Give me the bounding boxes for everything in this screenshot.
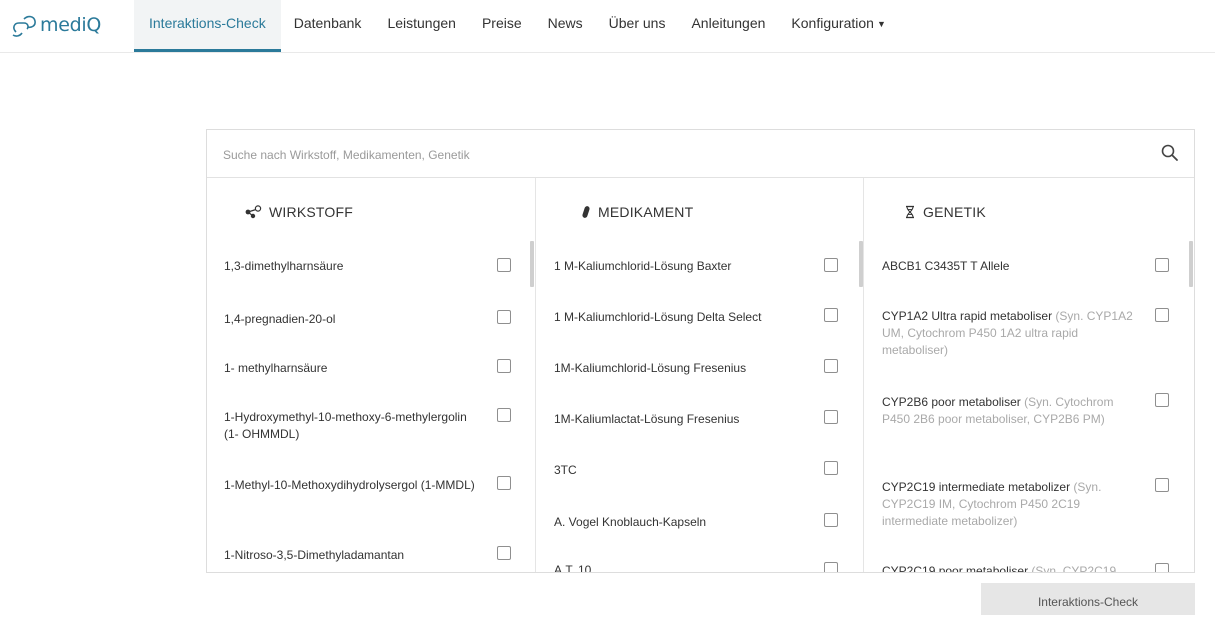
caret-down-icon: ▼ xyxy=(876,19,886,29)
checkbox[interactable] xyxy=(1155,258,1169,272)
nav-konfiguration-dropdown[interactable]: Konfiguration ▼ xyxy=(778,0,898,52)
checkbox[interactable] xyxy=(824,513,838,527)
nav-anleitungen[interactable]: Anleitungen xyxy=(678,0,778,52)
search-input[interactable] xyxy=(221,140,1125,169)
checkbox[interactable] xyxy=(824,562,838,572)
checkbox[interactable] xyxy=(1155,563,1169,572)
nav-ueber-uns[interactable]: Über uns xyxy=(596,0,679,52)
column-heading-genetik: GENETIK xyxy=(904,204,986,220)
list-item: CYP2B6 poor metaboliser (Syn. Cytochrom … xyxy=(882,395,1114,426)
list-item: 1-Hydroxymethyl-10-methoxy-6-methylergol… xyxy=(224,410,467,441)
list-item: 1,4-pregnadien-20-ol xyxy=(224,312,336,326)
chain-link-icon xyxy=(12,15,36,37)
checkbox[interactable] xyxy=(824,359,838,373)
list-item: 1,3-dimethylharnsäure xyxy=(224,259,344,273)
nav-news[interactable]: News xyxy=(535,0,596,52)
list-item: ABCB1 C3435T T Allele xyxy=(882,259,1010,273)
list-item: 3TC xyxy=(554,463,577,477)
column-genetik: GENETIK ABCB1 C3435T T Allele CYP1A2 Ult… xyxy=(863,178,1194,573)
column-heading-medikament: MEDIKAMENT xyxy=(581,204,693,220)
top-navbar: mediQ Interaktions-Check Datenbank Leist… xyxy=(0,0,1215,53)
checkbox[interactable] xyxy=(497,310,511,324)
column-wirkstoff: WIRKSTOFF 1,3-dimethylharnsäure 1,4-preg… xyxy=(207,178,534,572)
column-medikament: MEDIKAMENT 1 M-Kaliumchlorid-Lösung Baxt… xyxy=(535,178,863,573)
list-item: A. Vogel Knoblauch-Kapseln xyxy=(554,515,707,529)
list-item: 1-Methyl-10-Methoxydihydrolysergol (1-MM… xyxy=(224,478,475,492)
nav-datenbank[interactable]: Datenbank xyxy=(281,0,375,52)
brand-name: mediQ xyxy=(40,14,101,36)
checkbox[interactable] xyxy=(1155,308,1169,322)
checkbox[interactable] xyxy=(497,546,511,560)
checkbox[interactable] xyxy=(497,476,511,490)
checkbox[interactable] xyxy=(824,461,838,475)
list-item: A.T. 10 xyxy=(554,563,592,573)
checkbox[interactable] xyxy=(824,308,838,322)
nav-preise[interactable]: Preise xyxy=(469,0,535,52)
pill-icon xyxy=(582,206,590,218)
interaktions-check-button[interactable]: Interaktions-Check xyxy=(981,583,1195,615)
list-item: CYP2C19 poor metaboliser (Syn. CYP2C19 xyxy=(882,564,1117,573)
checkbox[interactable] xyxy=(1155,478,1169,492)
checkbox[interactable] xyxy=(497,359,511,373)
list-item: 1- methylharnsäure xyxy=(224,361,328,375)
checkbox[interactable] xyxy=(824,410,838,424)
checkbox[interactable] xyxy=(824,258,838,272)
brand-logo[interactable]: mediQ xyxy=(10,11,101,39)
scrollbar-thumb[interactable] xyxy=(1189,241,1193,287)
main-nav: Interaktions-Check Datenbank Leistungen … xyxy=(134,0,899,52)
checkbox[interactable] xyxy=(497,408,511,422)
interaction-check-panel: WIRKSTOFF 1,3-dimethylharnsäure 1,4-preg… xyxy=(206,129,1195,573)
list-item: 1 M-Kaliumchlorid-Lösung Baxter xyxy=(554,259,732,273)
list-item: 1M-Kaliumlactat-Lösung Fresenius xyxy=(554,412,740,426)
molecule-icon xyxy=(245,205,262,219)
checkbox[interactable] xyxy=(497,258,511,272)
list-item: CYP2C19 intermediate metabolizer (Syn. C… xyxy=(882,480,1102,528)
search-bar xyxy=(207,130,1194,178)
nav-interaktions-check[interactable]: Interaktions-Check xyxy=(134,0,281,52)
nav-leistungen[interactable]: Leistungen xyxy=(374,0,469,52)
dna-icon xyxy=(906,205,914,219)
list-item: 1M-Kaliumchlorid-Lösung Fresenius xyxy=(554,361,747,375)
column-heading-wirkstoff: WIRKSTOFF xyxy=(245,204,353,220)
list-item: 1 M-Kaliumchlorid-Lösung Delta Select xyxy=(554,310,762,324)
list-item: CYP1A2 Ultra rapid metaboliser (Syn. CYP… xyxy=(882,309,1133,357)
checkbox[interactable] xyxy=(1155,393,1169,407)
list-item: 1-Nitroso-3,5-Dimethyladamantan xyxy=(224,548,405,562)
scrollbar-thumb[interactable] xyxy=(530,241,534,287)
search-icon[interactable] xyxy=(1160,143,1180,163)
